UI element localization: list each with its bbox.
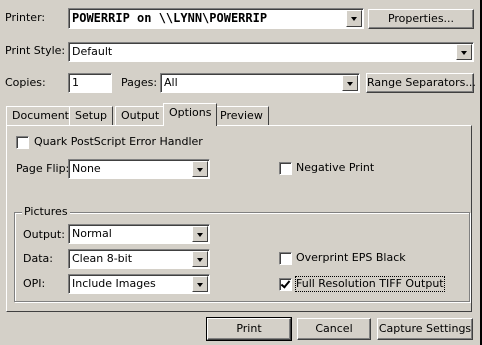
page-flip-value: None xyxy=(72,162,101,175)
pictures-data-value: Clean 8-bit xyxy=(72,252,133,265)
tab-output[interactable]: Output xyxy=(115,106,166,125)
quark-error-handler-checkbox[interactable] xyxy=(16,136,29,149)
print-style-select[interactable]: Default xyxy=(68,42,474,62)
data-label: Data: xyxy=(23,252,53,265)
print-button[interactable]: Print xyxy=(206,317,292,341)
negative-print-label: Negative Print xyxy=(296,161,375,174)
pages-select[interactable]: All xyxy=(160,73,360,93)
chevron-down-icon[interactable] xyxy=(346,10,362,27)
pages-value: All xyxy=(164,76,178,89)
pictures-group-title: Pictures xyxy=(22,205,70,219)
opi-label: OPI: xyxy=(23,277,46,290)
overprint-eps-checkbox[interactable] xyxy=(279,252,292,265)
printer-value: POWERRIP on \\LYNN\POWERRIP xyxy=(72,11,268,25)
tab-setup[interactable]: Setup xyxy=(69,106,114,125)
copies-input[interactable]: 1 xyxy=(68,73,112,93)
quark-error-handler-label: Quark PostScript Error Handler xyxy=(34,135,203,148)
printer-select[interactable]: POWERRIP on \\LYNN\POWERRIP xyxy=(68,8,364,29)
chevron-down-icon[interactable] xyxy=(192,161,208,177)
pictures-output-select[interactable]: Normal xyxy=(68,224,210,244)
chevron-down-icon[interactable] xyxy=(192,276,208,292)
tab-document[interactable]: Document xyxy=(6,106,75,125)
negative-print-checkbox[interactable] xyxy=(279,162,292,175)
pages-label: Pages: xyxy=(121,76,158,89)
full-res-tiff-checkbox[interactable] xyxy=(279,278,292,291)
capture-settings-button[interactable]: Capture Settings xyxy=(377,318,473,340)
print-style-label: Print Style: xyxy=(5,44,66,57)
page-flip-select[interactable]: None xyxy=(68,159,210,179)
tab-options-label: Options xyxy=(169,106,212,119)
properties-button[interactable]: Properties... xyxy=(368,9,474,29)
print-style-value: Default xyxy=(72,45,113,58)
chevron-down-icon[interactable] xyxy=(192,226,208,242)
output-label: Output: xyxy=(23,228,65,241)
pictures-data-select[interactable]: Clean 8-bit xyxy=(68,249,210,269)
copies-label: Copies: xyxy=(5,76,46,89)
cancel-button[interactable]: Cancel xyxy=(297,318,371,340)
page-flip-label: Page Flip: xyxy=(16,162,70,175)
chevron-down-icon[interactable] xyxy=(192,251,208,267)
pictures-opi-value: Include Images xyxy=(72,277,156,290)
chevron-down-icon[interactable] xyxy=(456,44,472,60)
range-separators-button[interactable]: Range Separators... xyxy=(366,73,476,93)
chevron-down-icon[interactable] xyxy=(342,75,358,91)
overprint-eps-label: Overprint EPS Black xyxy=(296,251,406,264)
copies-value: 1 xyxy=(72,76,79,89)
tab-options[interactable]: Options xyxy=(163,103,218,126)
printer-label: Printer: xyxy=(5,11,46,24)
print-dialog: Printer: POWERRIP on \\LYNN\POWERRIP Pro… xyxy=(0,0,482,345)
full-res-tiff-label: Full Resolution TIFF Output xyxy=(295,276,445,292)
pictures-output-value: Normal xyxy=(72,227,112,240)
tab-preview[interactable]: Preview xyxy=(214,106,269,125)
pictures-opi-select[interactable]: Include Images xyxy=(68,274,210,294)
